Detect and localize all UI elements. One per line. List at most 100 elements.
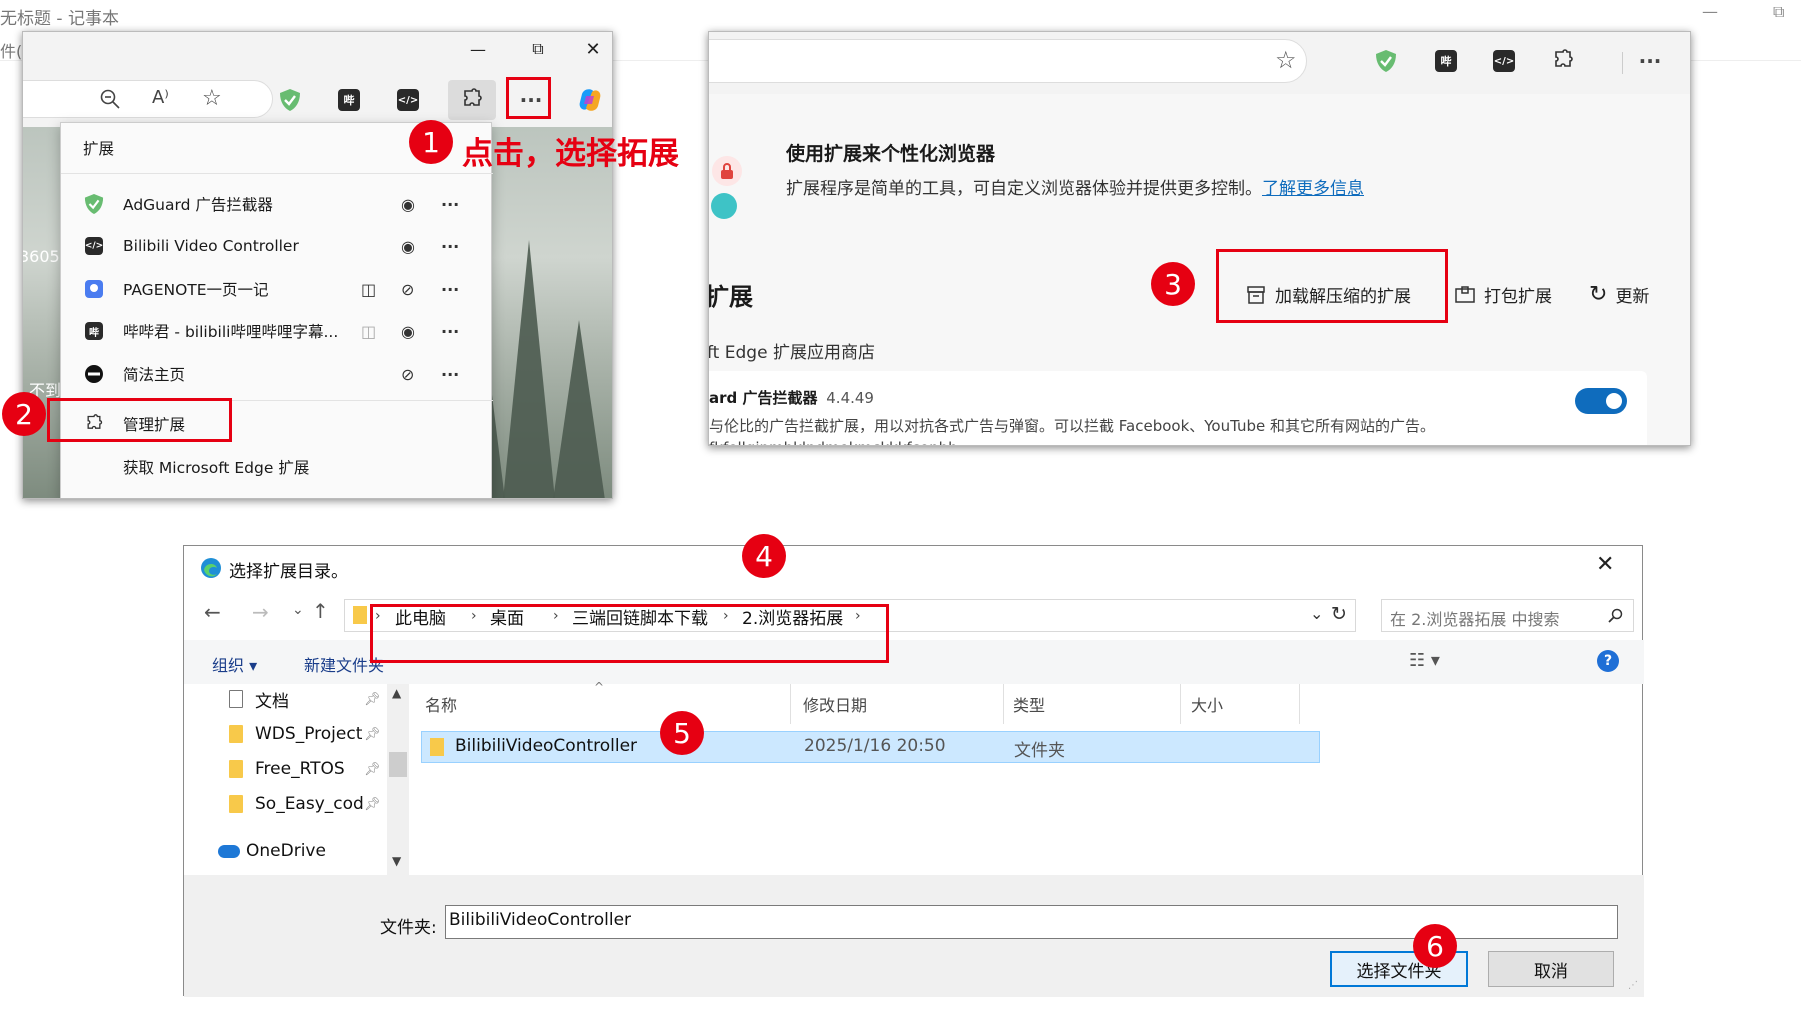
adguard-shield-icon[interactable] <box>273 83 307 117</box>
more-dots-icon[interactable]: ··· <box>441 280 459 299</box>
cancel-button[interactable]: 取消 <box>1488 951 1614 987</box>
column-header-date[interactable]: 修改日期 <box>803 684 867 724</box>
step-badge-1: 1 <box>409 120 453 164</box>
update-button[interactable]: ↻ 更新 <box>1589 282 1649 307</box>
favorite-star-icon[interactable]: ☆ <box>202 86 222 111</box>
refresh-icon: ↻ <box>1589 282 1608 307</box>
menu-item-bilibili-controller[interactable]: </> Bilibili Video Controller ◉ ··· <box>61 225 493 267</box>
help-icon[interactable]: ? <box>1597 650 1619 672</box>
dialog-titlebar: 选择扩展目录。 ✕ <box>184 546 1644 590</box>
pin-icon: 📌︎ <box>364 762 381 777</box>
code-box-icon[interactable]: </> <box>1487 44 1521 78</box>
column-header-type[interactable]: 类型 <box>1013 684 1045 724</box>
scroll-thumb[interactable] <box>389 752 407 777</box>
sidebar-panel-icon[interactable]: ◫ <box>361 322 376 341</box>
column-separator[interactable] <box>790 684 791 724</box>
address-bar[interactable]: ☆ <box>709 39 1307 83</box>
sidebar-panel-icon[interactable]: ◫ <box>361 280 376 299</box>
step-badge-2: 2 <box>2 392 46 436</box>
nav-item-freertos[interactable]: Free_RTOS <box>229 754 345 784</box>
forward-arrow-icon[interactable]: → <box>252 600 269 624</box>
code-box-icon[interactable]: </> <box>391 83 425 117</box>
tree-shape <box>503 240 555 498</box>
search-box[interactable]: 在 2.浏览器拓展 中搜索 <box>1381 599 1634 632</box>
nav-item-onedrive[interactable]: OneDrive <box>218 836 326 866</box>
nav-scrollbar[interactable]: ▲ ▼ <box>387 684 409 875</box>
favorite-star-icon[interactable]: ☆ <box>1275 46 1297 74</box>
window-titlebar: — ⧉ ✕ <box>23 32 612 66</box>
notepad-restore-icon[interactable]: ⧉ <box>1773 2 1784 22</box>
eye-icon[interactable]: ◉ <box>401 195 415 214</box>
read-aloud-icon[interactable]: A⁾ <box>152 87 169 108</box>
menu-item-label: 简法主页 <box>123 366 186 384</box>
table-row[interactable]: BilibiliVideoController 2025/1/16 20:50 … <box>421 731 1320 763</box>
pin-icon: 📌︎ <box>364 692 381 707</box>
notepad-minimize-icon[interactable]: — <box>1702 2 1718 21</box>
eye-icon[interactable]: ◉ <box>401 322 415 341</box>
refresh-icon[interactable]: ↻ <box>1331 603 1347 625</box>
column-separator[interactable] <box>1180 684 1181 724</box>
nav-item-documents[interactable]: 文档 <box>229 684 289 714</box>
extensions-page-body: 使用扩展来个性化浏览器 扩展程序是简单的工具，可自定义浏览器体验并提供更多控制。… <box>708 94 1690 445</box>
extension-id: fkfellginmhklndmokmckkkfconbh <box>709 439 958 445</box>
bi-extension-icon[interactable]: 哔 <box>1429 44 1463 78</box>
scroll-up-icon[interactable]: ▲ <box>392 686 401 700</box>
personalize-desc-line: 扩展程序是简单的工具，可自定义浏览器体验并提供更多控制。了解更多信息 <box>786 174 1364 199</box>
folder-icon <box>229 795 243 813</box>
column-separator[interactable] <box>1003 684 1004 724</box>
nav-item-soeasy[interactable]: So_Easy_cod <box>229 789 364 819</box>
highlight-manage-extensions <box>47 398 232 442</box>
eye-icon[interactable]: ◉ <box>401 237 415 256</box>
extensions-puzzle-icon[interactable] <box>448 80 496 120</box>
pin-icon: 📌︎ <box>364 727 381 742</box>
adguard-shield-icon[interactable] <box>1369 44 1403 78</box>
restore-button[interactable]: ⧉ <box>518 36 558 62</box>
learn-more-link[interactable]: 了解更多信息 <box>1262 179 1364 199</box>
bi-extension-icon[interactable]: 哔 <box>332 83 366 117</box>
view-options-icon[interactable]: ☷ ▾ <box>1409 650 1440 671</box>
more-dots-icon[interactable]: ··· <box>441 322 459 341</box>
menu-item-pagenote[interactable]: PAGENOTE一页一记 ◫ ⊘ ··· <box>61 268 493 310</box>
eye-off-icon[interactable]: ⊘ <box>401 280 414 299</box>
path-dropdown-icon[interactable]: ⌄ <box>1310 604 1323 623</box>
extensions-puzzle-icon[interactable] <box>1546 44 1580 78</box>
more-dots-icon[interactable]: ··· <box>441 365 459 384</box>
minimize-button[interactable]: — <box>458 36 498 62</box>
menu-item-adguard[interactable]: AdGuard 广告拦截器 ◉ ··· <box>61 183 493 225</box>
row-date: 2025/1/16 20:50 <box>804 736 946 756</box>
more-dots-icon[interactable]: ··· <box>441 195 459 214</box>
store-label: ft Edge 扩展应用商店 <box>708 343 875 363</box>
dialog-close-icon[interactable]: ✕ <box>1596 552 1614 577</box>
step-badge-5: 5 <box>660 711 704 755</box>
nav-item-label: 文档 <box>255 691 289 712</box>
update-label: 更新 <box>1615 287 1650 307</box>
column-header-size[interactable]: 大小 <box>1191 684 1223 724</box>
pack-extension-button[interactable]: 打包扩展 <box>1454 282 1552 307</box>
resize-grip-icon[interactable]: ⋰ <box>1628 980 1638 991</box>
menu-item-bibijun[interactable]: 哔 哔哔君 - bilibili哔哩哔哩字幕... ◫ ◉ ··· <box>61 310 493 352</box>
nav-item-label: WDS_Project <box>255 724 363 744</box>
up-arrow-icon[interactable]: ↑ <box>312 599 329 623</box>
address-bar[interactable]: A⁾ ☆ <box>23 80 273 118</box>
menu-item-label: Bilibili Video Controller <box>123 237 299 255</box>
column-separator[interactable] <box>1299 684 1300 724</box>
tree-shape <box>553 320 605 498</box>
more-dots-icon[interactable]: ··· <box>441 237 459 256</box>
more-menu-button[interactable]: ··· <box>1633 44 1667 78</box>
zoom-icon[interactable] <box>98 87 122 111</box>
menu-item-jianfa[interactable]: 简法主页 ⊘ ··· <box>61 353 493 395</box>
copilot-icon[interactable] <box>573 83 607 117</box>
menu-item-label: AdGuard 广告拦截器 <box>123 196 273 214</box>
step-badge-6: 6 <box>1413 924 1457 968</box>
close-button[interactable]: ✕ <box>573 36 612 62</box>
column-header-name[interactable]: 名称 <box>425 684 457 724</box>
nav-item-wds[interactable]: WDS_Project <box>229 719 362 749</box>
scroll-down-icon[interactable]: ▼ <box>392 854 401 868</box>
file-list-header: 名称 ^ 修改日期 类型 大小 <box>413 680 1644 724</box>
get-extensions-item[interactable]: 获取 Microsoft Edge 扩展 <box>61 446 493 488</box>
back-arrow-icon[interactable]: ← <box>204 600 221 624</box>
recent-dropdown-icon[interactable]: ⌄ <box>292 602 304 618</box>
extension-toggle[interactable] <box>1575 388 1627 414</box>
eye-off-icon[interactable]: ⊘ <box>401 365 414 384</box>
organize-menu[interactable]: 组织 ▾ <box>212 652 257 676</box>
